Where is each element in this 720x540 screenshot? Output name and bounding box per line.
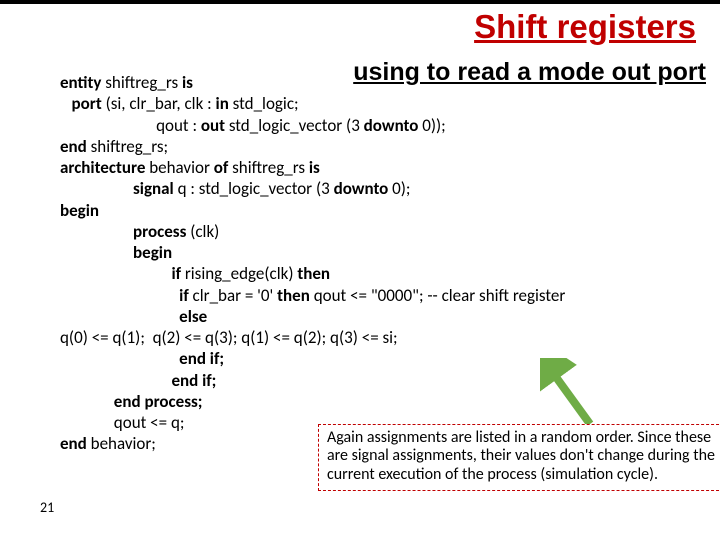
page-number: 21	[40, 499, 54, 516]
arrow-icon	[540, 358, 600, 428]
slide-title: Shift registers	[474, 8, 696, 46]
top-border	[0, 0, 720, 4]
code-block: entity shiftreg_rs is port (si, clr_bar,…	[60, 72, 710, 455]
note-box: Again assignments are listed in a random…	[318, 424, 720, 491]
